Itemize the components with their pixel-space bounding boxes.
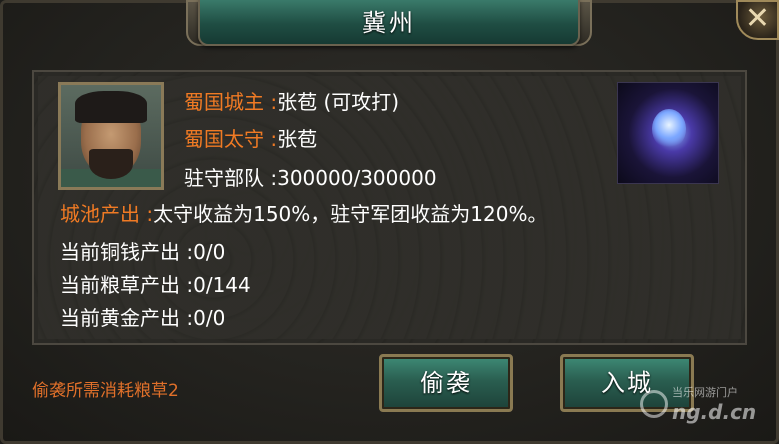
gold-value: 0/0	[193, 306, 226, 330]
lord-row: 蜀国城主 :张苞 (可攻打)	[184, 90, 399, 114]
city-output-row: 城池产出 :太守收益为150%，驻守军团收益为120%。	[60, 202, 547, 226]
garrison-label: 驻守部队 :	[184, 166, 278, 190]
copper-value: 0/0	[193, 240, 226, 264]
sneak-attack-button[interactable]: 偷袭	[379, 354, 513, 412]
watermark: 当乐网游门户 ng.d.cn	[640, 384, 762, 428]
watermark-line1: 当乐网游门户	[672, 386, 738, 399]
portrait-hair	[75, 91, 147, 123]
general-portrait[interactable]	[58, 82, 164, 190]
grain-label: 当前粮草产出 :	[60, 273, 194, 297]
grain-row: 当前粮草产出 :0/144	[60, 273, 251, 297]
orb-glow	[652, 109, 686, 149]
grain-cost-note: 偷袭所需消耗粮草2	[32, 381, 179, 401]
portrait-beard	[89, 149, 133, 179]
lord-value: 张苞 (可攻打)	[277, 90, 400, 114]
garrison-value: 300000/300000	[277, 166, 437, 190]
governor-label: 蜀国太守 :	[184, 127, 278, 151]
lord-label: 蜀国城主 :	[184, 90, 278, 114]
copper-row: 当前铜钱产出 :0/0	[60, 240, 225, 264]
copper-label: 当前铜钱产出 :	[60, 240, 194, 264]
watermark-logo-icon	[640, 390, 668, 418]
garrison-row: 驻守部队 :300000/300000	[184, 166, 437, 190]
grain-value: 0/144	[193, 273, 251, 297]
governor-value: 张苞	[277, 127, 318, 151]
close-button[interactable]: ✕	[736, 0, 779, 40]
magic-orb-icon[interactable]	[617, 82, 719, 184]
governor-row: 蜀国太守 :张苞	[184, 127, 317, 151]
watermark-line2: ng.d.cn	[672, 400, 757, 424]
gold-row: 当前黄金产出 :0/0	[60, 306, 225, 330]
gold-label: 当前黄金产出 :	[60, 306, 194, 330]
close-icon[interactable]: ✕	[745, 1, 770, 36]
dialog-title: 冀州	[362, 9, 416, 37]
city-output-label: 城池产出 :	[60, 202, 154, 226]
city-output-value: 太守收益为150%，驻守军团收益为120%。	[153, 202, 548, 226]
